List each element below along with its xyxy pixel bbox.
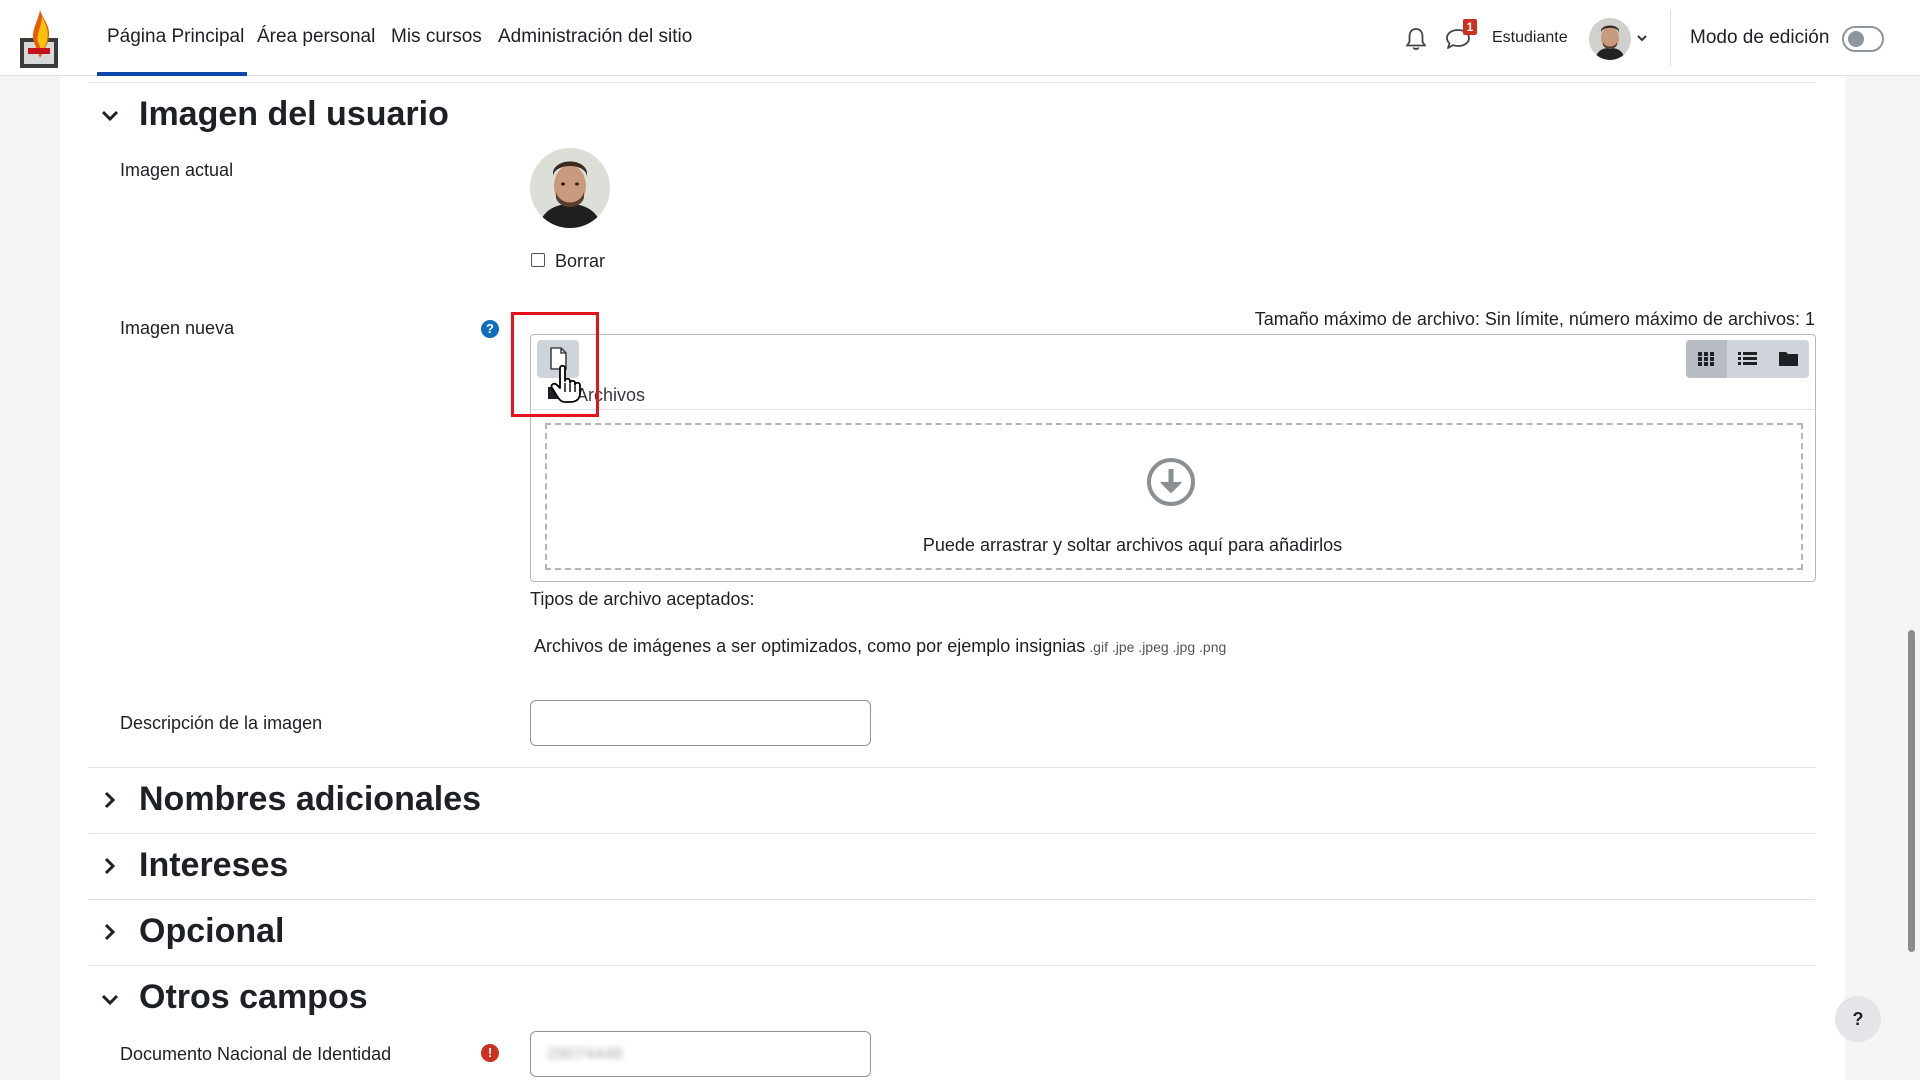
- chevron-down-icon[interactable]: [100, 990, 120, 1010]
- section-title-user-image[interactable]: Imagen del usuario: [139, 95, 449, 134]
- list-view-icon[interactable]: [1727, 340, 1768, 378]
- page-gutter-left: [0, 76, 60, 1080]
- section-divider: [88, 767, 1815, 768]
- edit-mode-label: Modo de edición: [1690, 27, 1830, 48]
- chevron-right-icon[interactable]: [100, 790, 120, 810]
- file-picker-header-divider: [531, 409, 1815, 410]
- chevron-right-icon[interactable]: [100, 856, 120, 876]
- section-title-optional[interactable]: Opcional: [139, 912, 284, 951]
- dni-label: Documento Nacional de Identidad: [120, 1044, 392, 1064]
- accepted-types-row: Archivos de imágenes a ser optimizados, …: [534, 636, 1226, 657]
- image-description-input[interactable]: [530, 700, 871, 746]
- user-avatar[interactable]: [1589, 18, 1631, 60]
- new-image-label: Imagen nueva: [120, 318, 235, 338]
- delete-image-checkbox[interactable]: [531, 253, 545, 267]
- required-icon: !: [481, 1044, 499, 1062]
- dni-value: 29074448: [547, 1044, 623, 1063]
- dni-input[interactable]: 29074448: [530, 1031, 871, 1077]
- toggle-knob: [1848, 31, 1864, 47]
- grid-view-icon[interactable]: [1686, 340, 1727, 378]
- download-circle-icon: [1146, 457, 1196, 507]
- help-button[interactable]: ?: [1835, 996, 1881, 1042]
- section-divider: [88, 833, 1815, 834]
- max-file-size-text: Tamaño máximo de archivo: Sin límite, nú…: [1254, 309, 1815, 329]
- image-description-label: Descripción de la imagen: [120, 713, 323, 733]
- bell-icon[interactable]: [1404, 26, 1428, 52]
- section-title-other-fields[interactable]: Otros campos: [139, 978, 368, 1017]
- delete-image-label[interactable]: Borrar: [555, 251, 605, 272]
- scrollbar-thumb[interactable]: [1908, 630, 1915, 952]
- chevron-down-icon[interactable]: [100, 106, 120, 126]
- current-user-image: [530, 148, 610, 228]
- edit-mode-toggle[interactable]: [1842, 26, 1884, 52]
- accepted-types-desc: Archivos de imágenes a ser optimizados, …: [534, 636, 1086, 656]
- nav-home[interactable]: Página Principal: [107, 26, 244, 48]
- nav-divider: [1670, 10, 1671, 66]
- accepted-types-title: Tipos de archivo aceptados:: [530, 589, 755, 609]
- top-navbar: Página Principal Área personal Mis curso…: [0, 0, 1920, 76]
- dropzone-text-wrap: Puede arrastrar y soltar archivos aquí p…: [0, 535, 1920, 556]
- section-divider: [88, 82, 1815, 83]
- nav-site-admin[interactable]: Administración del sitio: [498, 26, 692, 48]
- view-mode-group: [1686, 340, 1809, 378]
- nav-dashboard[interactable]: Área personal: [257, 26, 375, 48]
- accepted-types-ext: .gif .jpe .jpeg .jpg .png: [1089, 639, 1227, 655]
- section-divider: [88, 965, 1815, 966]
- user-role: Estudiante: [1492, 29, 1568, 46]
- nav-active-indicator: [97, 72, 247, 76]
- user-menu-caret-icon[interactable]: [1636, 33, 1648, 43]
- chevron-right-icon[interactable]: [100, 922, 120, 942]
- hand-cursor-icon: [550, 364, 584, 404]
- dropzone-text: Puede arrastrar y soltar archivos aquí p…: [922, 535, 1343, 555]
- messages-badge: 1: [1463, 19, 1477, 35]
- tree-view-icon[interactable]: [1768, 340, 1809, 378]
- section-title-additional-names[interactable]: Nombres adicionales: [139, 780, 481, 819]
- current-image-label: Imagen actual: [120, 160, 234, 180]
- section-title-interests[interactable]: Intereses: [139, 846, 288, 885]
- help-icon[interactable]: ?: [481, 320, 499, 338]
- section-divider: [88, 899, 1815, 900]
- nav-my-courses[interactable]: Mis cursos: [391, 26, 482, 48]
- site-logo[interactable]: [18, 8, 60, 70]
